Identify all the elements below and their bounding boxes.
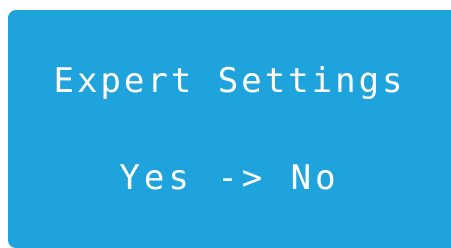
setting-title: Expert Settings [53,61,406,101]
lcd-screen: Expert Settings Yes -> No [8,10,451,248]
setting-value-change: Yes -> No [119,158,340,198]
